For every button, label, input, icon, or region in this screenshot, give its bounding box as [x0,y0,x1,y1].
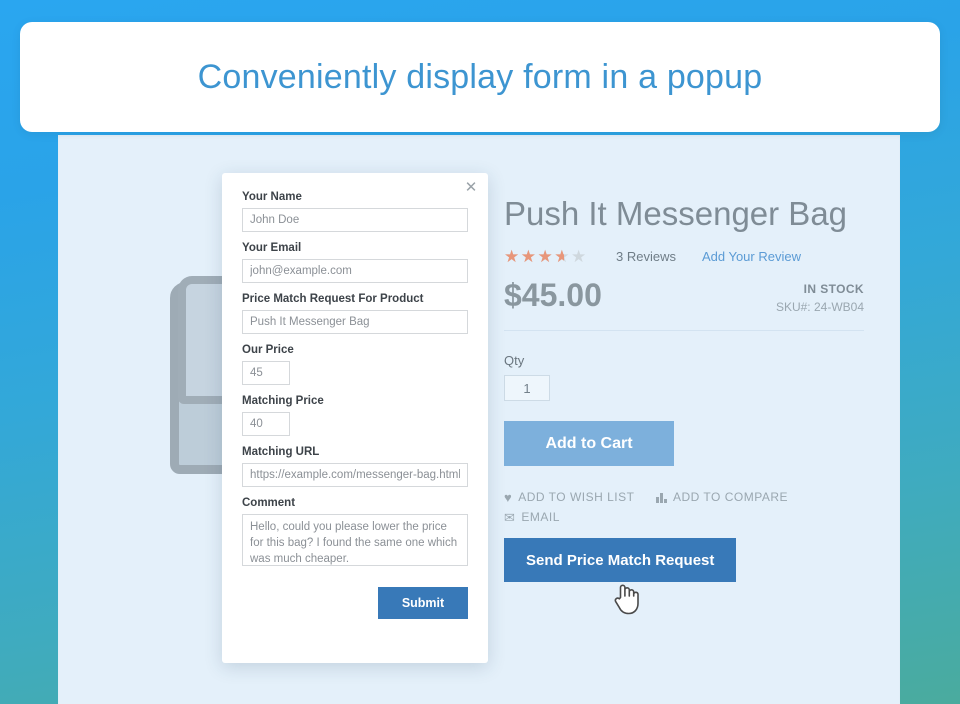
product-utility-links: ♥ ADD TO WISH LIST ADD TO COMPARE ✉ EMAI… [504,490,804,524]
reviews-count-label: 3 Reviews [616,248,676,264]
field-label: Price Match Request For Product [242,293,424,305]
status-badge: IN STOCK [803,282,864,296]
rating-row: ★★★★★ ★★★★★ 3 Reviews Add Your Review [504,245,864,267]
modal-form: Your Name Your Email Price Match Request… [222,173,488,619]
field-label: Your Name [242,191,302,203]
submit-button[interactable]: Submit [378,587,468,619]
envelope-icon: ✉ [504,509,516,525]
add-to-compare-label: ADD TO COMPARE [672,490,788,504]
form-field-your-name: Your Name [242,191,468,232]
product-name-input[interactable] [242,310,468,334]
compare-bars-icon [656,492,667,503]
close-icon[interactable]: ✕ [462,179,480,197]
email-label: EMAIL [521,510,560,524]
form-field-matching-url: Matching URL [242,446,468,487]
field-label: Our Price [242,344,294,356]
matching-price-input[interactable] [242,412,290,436]
field-label: Matching Price [242,395,324,407]
add-to-wish-list-link[interactable]: ♥ ADD TO WISH LIST [504,490,634,504]
stock-info: IN STOCK SKU#: 24-WB04 [776,282,864,314]
send-price-match-request-button[interactable]: Send Price Match Request [504,538,737,582]
quantity-input[interactable] [504,375,550,401]
price-row: $45.00 IN STOCK SKU#: 24-WB04 [504,277,864,331]
stars-filled-icon: ★★★★★ [504,247,565,265]
banner-title: Conveniently display form in a popup [197,57,763,96]
heart-icon: ♥ [504,489,513,505]
field-label: Matching URL [242,446,320,458]
form-field-product: Price Match Request For Product [242,293,468,334]
form-field-comment: Comment Hello, could you please lower th… [242,497,468,571]
product-title: Push It Messenger Bag [504,195,848,232]
rating-stars: ★★★★★ ★★★★★ [504,248,590,265]
banner-card: Conveniently display form in a popup [20,22,940,132]
your-email-input[interactable] [242,259,468,283]
sku-label: SKU#: 24-WB04 [775,300,864,314]
qty-label: Qty [504,353,525,368]
email-link[interactable]: ✉ EMAIL [504,510,560,524]
add-your-review-link[interactable]: Add Your Review [702,249,801,264]
matching-url-input[interactable] [242,463,468,487]
form-field-our-price: Our Price [242,344,468,385]
submit-row: Submit [242,587,468,619]
comment-textarea[interactable]: Hello, could you please lower the price … [242,514,468,566]
form-field-your-email: Your Email [242,242,468,283]
add-to-wish-list-label: ADD TO WISH LIST [518,490,635,504]
our-price-input[interactable] [242,361,290,385]
field-label: Comment [242,497,296,509]
product-info-column: Push It Messenger Bag ★★★★★ ★★★★★ 3 Revi… [504,195,864,582]
your-name-input[interactable] [242,208,468,232]
form-field-matching-price: Matching Price [242,395,468,436]
product-price: $45.00 [504,277,602,313]
page-root: Conveniently display form in a popup Pus… [0,0,960,704]
price-match-modal: ✕ Your Name Your Email Price Match Reque… [222,173,488,663]
add-to-cart-button[interactable]: Add to Cart [504,421,674,466]
field-label: Your Email [242,242,302,254]
add-to-compare-link[interactable]: ADD TO COMPARE [656,490,788,504]
